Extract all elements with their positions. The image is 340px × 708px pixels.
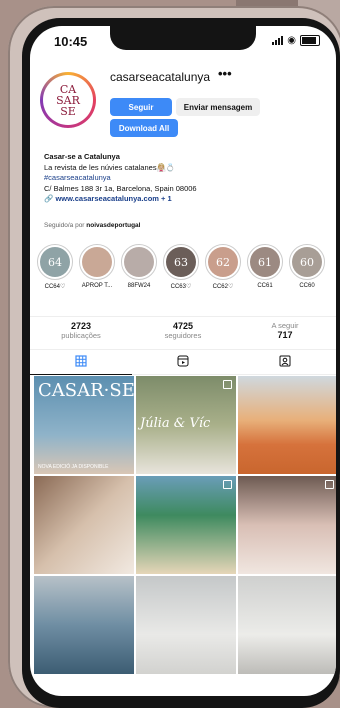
reels-icon — [177, 355, 189, 367]
post-caption: NOVA EDICIÓ JA DISPONIBLE — [38, 464, 109, 470]
stat-label: A seguir — [271, 321, 299, 330]
avatar-logo-line: CA — [59, 82, 77, 96]
tab-tagged[interactable] — [234, 348, 336, 374]
stat-value: 4725 — [172, 321, 194, 331]
avatar-logo-line: SE — [60, 104, 76, 118]
highlight-cover: 64 — [40, 247, 70, 277]
bio-name: Casar-se a Catalunya — [44, 152, 120, 161]
signal-icon — [272, 36, 284, 45]
stat-following[interactable]: A seguir 717 — [234, 317, 336, 349]
status-time: 10:45 — [54, 34, 88, 49]
status-icons: ◉ — [272, 35, 320, 46]
tab-reels[interactable] — [132, 348, 234, 374]
highlight-cover: 60 — [292, 247, 322, 277]
post-thumbnail[interactable] — [238, 376, 336, 474]
carousel-icon — [325, 480, 334, 489]
bio-address: C/ Balmes 188 3r 1a, Barcelona, Spain 08… — [44, 183, 197, 193]
post-thumbnail[interactable] — [238, 476, 336, 574]
post-thumbnail[interactable] — [34, 476, 134, 574]
stat-posts[interactable]: 2723 publicações — [30, 317, 132, 349]
highlight-cover — [124, 247, 154, 277]
bio-link[interactable]: www.casarseacatalunya.com + 1 — [55, 194, 171, 203]
post-thumbnail[interactable] — [34, 576, 134, 674]
notch — [110, 26, 256, 50]
bio-hashtag[interactable]: #casarseacatalunya — [44, 173, 324, 184]
highlight-item[interactable]: 62 CC62♡ — [205, 244, 241, 290]
highlight-cover: 61 — [250, 247, 280, 277]
highlight-ring: 64 — [37, 244, 73, 280]
highlight-ring — [121, 244, 157, 280]
post-thumbnail[interactable]: CASAR·SE NOVA EDICIÓ JA DISPONIBLE — [34, 376, 134, 474]
highlight-label: APROP T... — [81, 283, 113, 289]
highlight-ring: 62 — [205, 244, 241, 280]
post-thumbnail[interactable] — [238, 576, 336, 674]
tagged-icon — [279, 355, 291, 367]
highlight-ring: 61 — [247, 244, 283, 280]
highlight-item[interactable]: APROP T... — [79, 244, 115, 290]
followed-by[interactable]: Seguido/a por noivasdeportugal — [44, 222, 140, 229]
carousel-icon — [223, 480, 232, 489]
bio-link-row[interactable]: 🔗 www.casarseacatalunya.com + 1 — [44, 194, 324, 205]
battery-icon — [300, 35, 320, 46]
bio-description: La revista de les núvies catalanes👰🏼💍 — [44, 162, 176, 172]
profile-avatar[interactable]: CA SAR SE — [40, 72, 96, 128]
post-thumbnail[interactable] — [136, 576, 236, 674]
highlight-label: CC63♡ — [170, 284, 192, 290]
grid-icon — [75, 355, 87, 367]
link-icon: 🔗 — [44, 194, 56, 203]
avatar-logo: CA SAR SE — [43, 75, 93, 125]
highlight-item[interactable]: 88FW24 — [121, 244, 157, 290]
wifi-icon: ◉ — [287, 34, 296, 46]
highlight-label: CC61 — [257, 283, 273, 289]
highlight-label: CC62♡ — [212, 284, 234, 290]
stat-followers[interactable]: 4725 seguidores — [132, 317, 234, 349]
highlight-ring — [79, 244, 115, 280]
highlight-ring: 63 — [163, 244, 199, 280]
highlight-cover: 63 — [166, 247, 196, 277]
highlight-cover: 62 — [208, 247, 238, 277]
profile-bio: Casar-se a Catalunya La revista de les n… — [44, 152, 324, 205]
highlight-item[interactable]: 63 CC63♡ — [163, 244, 199, 290]
post-title: CASAR·SE — [38, 380, 134, 401]
send-message-button[interactable]: Enviar mensagem — [176, 98, 260, 116]
post-thumbnail[interactable]: Júlia & Víc — [136, 376, 236, 474]
highlight-label: CC60 — [299, 283, 315, 289]
posts-grid: CASAR·SE NOVA EDICIÓ JA DISPONIBLE Júlia … — [34, 376, 336, 674]
highlight-label: 88FW24 — [127, 283, 151, 289]
followed-by-user: noivasdeportugal — [86, 222, 141, 229]
followed-by-prefix: Seguido/a por — [44, 222, 85, 229]
more-options-icon[interactable]: ••• — [218, 66, 232, 81]
profile-tabs — [30, 348, 336, 375]
profile-username: casarseacatalunya — [110, 70, 211, 84]
story-highlights: 64 CC64♡ APROP T... 88FW24 63 CC63♡ 62 CC62… — [37, 244, 325, 290]
post-thumbnail[interactable] — [136, 476, 236, 574]
stat-label: seguidores — [164, 331, 202, 340]
avatar-logo-line: SAR — [56, 93, 80, 107]
stat-value: 2723 — [70, 321, 92, 331]
post-title: Júlia & Víc — [140, 416, 211, 431]
tab-posts-grid[interactable] — [30, 348, 132, 375]
download-all-button[interactable]: Download All — [110, 119, 178, 137]
highlight-cover — [82, 247, 112, 277]
highlight-item[interactable]: 61 CC61 — [247, 244, 283, 290]
follow-button[interactable]: Seguir — [110, 98, 172, 116]
profile-stats: 2723 publicações 4725 seguidores A seguir 7… — [30, 316, 336, 350]
highlight-ring: 60 — [289, 244, 325, 280]
stat-label: publicações — [61, 331, 101, 340]
stat-value: 717 — [277, 330, 293, 340]
highlight-item[interactable]: 60 CC60 — [289, 244, 325, 290]
carousel-icon — [223, 380, 232, 389]
phone-screen: 10:45 ◉ CA SAR SE casarseacatalunya ••• … — [30, 26, 336, 696]
highlight-item[interactable]: 64 CC64♡ — [37, 244, 73, 290]
highlight-label: CC64♡ — [44, 284, 66, 290]
